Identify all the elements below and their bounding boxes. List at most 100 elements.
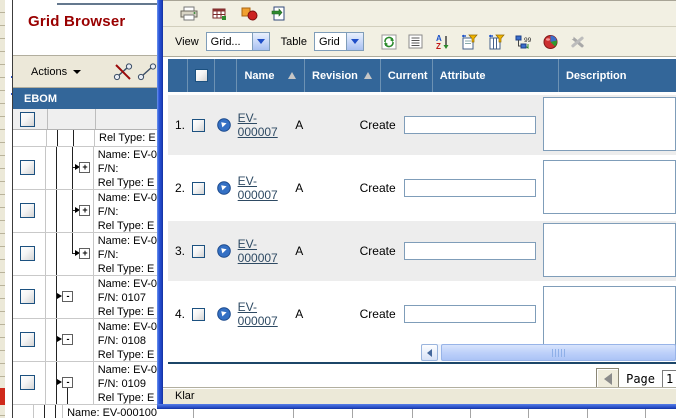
import-export-icon[interactable] [269,4,289,23]
object-link[interactable]: EV-000007 [238,174,289,202]
tree-row-label: Name: EV-0 [98,234,157,248]
description-textarea[interactable] [543,97,676,151]
row-checkbox[interactable] [192,245,205,258]
tree-row-checkbox[interactable] [20,160,35,175]
attribute-input[interactable] [404,116,536,134]
panel-top-border [57,3,157,5]
tree-row-label: F/N: 0108 [98,334,157,348]
header-description[interactable]: Description [559,59,676,92]
select-all-checkbox[interactable] [20,112,35,127]
header-current[interactable]: Current [381,59,433,92]
tree-row-checkbox[interactable] [20,375,35,390]
tree-row-label: Rel Type: E [98,262,157,276]
tree-row-checkbox[interactable] [20,246,35,261]
screen: Grid Browser Actions [0,0,676,418]
view-select[interactable]: Grid... [206,32,270,51]
tree-row-label: Rel Type: E [98,391,157,405]
arrow-left-icon [604,373,612,385]
levels-icon[interactable]: 99 [514,32,534,51]
revision-cell: A [288,221,352,281]
table-row: 1. EV-000007 A Create [168,95,676,155]
part-object-icon[interactable] [217,307,231,321]
attribute-input[interactable] [404,305,536,323]
description-textarea[interactable] [543,286,676,352]
chart-sphere-icon[interactable] [541,32,561,51]
sort-az-icon[interactable]: A Z [433,32,453,51]
attribute-input[interactable] [404,179,536,197]
disconnect-icon[interactable] [113,62,133,82]
status-bar: Klar [163,387,676,404]
description-textarea[interactable] [543,223,676,277]
expand-icon[interactable]: + [79,162,90,173]
scrollbar-thumb[interactable] [441,344,676,361]
attribute-input[interactable] [404,242,536,260]
tree-row-checkbox[interactable] [20,289,35,304]
svg-text:Z: Z [436,42,441,50]
tree-row-label: Name: EV-0 [98,148,157,162]
expand-icon[interactable]: + [79,205,90,216]
table-select-value: Grid [315,36,344,48]
filter-row-icon[interactable] [460,32,480,51]
tree-row-label: F/N: 0107 [98,291,157,305]
row-number: 2. [168,158,185,218]
connect-icon[interactable] [137,62,157,82]
revision-cell: A [288,95,352,155]
tools-icon[interactable] [568,32,588,51]
window-border [157,404,676,409]
svg-text:99: 99 [524,37,532,44]
page-number-input[interactable] [662,370,676,389]
printer-icon[interactable] [179,4,199,23]
refresh-icon[interactable] [379,32,399,51]
header-attribute[interactable]: Attribute [433,59,559,92]
grid-table: Name Revision Current Attribute Descri [163,57,676,394]
header-type-icon [215,59,237,92]
row-checkbox[interactable] [192,308,205,321]
tree-header-row [13,109,157,130]
export-table-icon[interactable] [209,4,229,23]
part-object-icon[interactable] [217,181,231,195]
page-title: Grid Browser [28,13,125,30]
chevron-down-icon [252,33,269,50]
collapse-icon[interactable]: - [62,291,73,302]
tree-row-label: Rel Type: E [98,176,157,190]
view-select-value: Grid... [207,36,245,48]
select-all-checkbox[interactable] [195,69,208,82]
current-cell: Create [353,284,397,344]
current-cell: Create [353,95,397,155]
shapes-icon[interactable] [239,4,259,23]
tree-row: + Name: EV-0 F/N: Rel Type: E [13,233,157,276]
row-checkbox[interactable] [192,182,205,195]
grid-browser-window: View Grid... Table Grid [157,0,676,409]
actions-menu-button[interactable]: Actions [23,63,89,81]
main-toolbar [163,0,676,27]
view-toolbar: View Grid... Table Grid [163,27,676,57]
object-link[interactable]: EV-000007 [238,237,289,265]
description-textarea[interactable] [543,160,676,214]
tree-row-label: Name: EV-0 [98,191,157,205]
collapse-icon[interactable]: - [62,334,73,345]
tree-row-checkbox[interactable] [20,332,35,347]
tree-row-label: F/N: [98,248,157,262]
tree-row-label: Rel Type: E [99,131,157,145]
tree-row: Name: EV-000100 [13,405,157,418]
tree-row-checkbox[interactable] [20,203,35,218]
row-checkbox[interactable] [192,119,205,132]
scroll-left-button[interactable] [421,344,438,361]
revision-cell: A [288,284,352,344]
part-object-icon[interactable] [217,244,231,258]
object-link[interactable]: EV-000007 [238,300,289,328]
row-number: 3. [168,221,185,281]
header-revision[interactable]: Revision [305,59,381,92]
sort-asc-icon [364,72,372,79]
collapse-icon[interactable]: - [62,377,73,388]
object-link[interactable]: EV-000007 [238,111,289,139]
sort-asc-icon [288,72,296,79]
list-icon[interactable] [406,32,426,51]
part-object-icon[interactable] [217,118,231,132]
header-name[interactable]: Name [237,59,305,92]
scrollbar-track[interactable] [438,344,676,361]
filter-column-icon[interactable] [487,32,507,51]
table-select[interactable]: Grid [314,32,364,51]
expand-icon[interactable]: + [79,248,90,259]
grid-browser-left-panel: Grid Browser Actions [13,0,157,418]
